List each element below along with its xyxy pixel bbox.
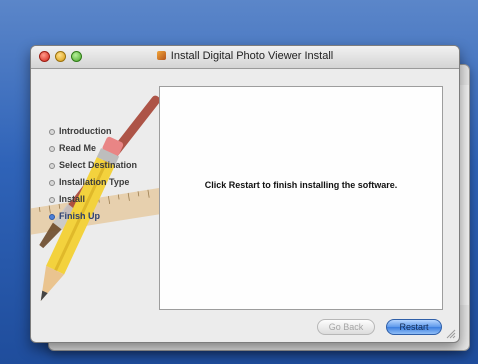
step-read-me: Read Me (49, 140, 137, 157)
title-bar[interactable]: Install Digital Photo Viewer Install (31, 46, 459, 69)
window-title: Install Digital Photo Viewer Install (31, 50, 459, 62)
step-install: Install (49, 191, 137, 208)
step-bullet-icon (49, 162, 55, 169)
step-bullet-icon (49, 196, 55, 203)
restart-button[interactable]: Restart (386, 319, 442, 335)
step-label: Read Me (59, 143, 97, 153)
installer-sidebar: Introduction Read Me Select Destination … (31, 69, 159, 342)
package-icon (156, 51, 166, 60)
step-label: Install (59, 194, 86, 204)
step-bullet-icon (49, 128, 55, 135)
step-label: Installation Type (59, 177, 130, 187)
installer-steps: Introduction Read Me Select Destination … (49, 123, 137, 225)
window-title-text: Install Digital Photo Viewer Install (170, 50, 334, 62)
step-bullet-icon (49, 179, 55, 186)
step-select-destination: Select Destination (49, 157, 137, 174)
go-back-button[interactable]: Go Back (317, 319, 375, 335)
step-finish-up: Finish Up (49, 208, 137, 225)
finish-message: Click Restart to finish installing the s… (204, 180, 398, 190)
installer-window: Install Digital Photo Viewer Install Int… (30, 45, 460, 343)
content-pane: Click Restart to finish installing the s… (159, 86, 443, 310)
step-label: Select Destination (59, 160, 138, 170)
step-installation-type: Installation Type (49, 174, 137, 191)
resize-grip-icon[interactable] (446, 329, 456, 339)
step-bullet-active-icon (49, 213, 55, 220)
step-introduction: Introduction (49, 123, 137, 140)
step-label: Introduction (59, 126, 112, 136)
step-bullet-icon (49, 145, 55, 152)
step-label: Finish Up (59, 211, 100, 221)
